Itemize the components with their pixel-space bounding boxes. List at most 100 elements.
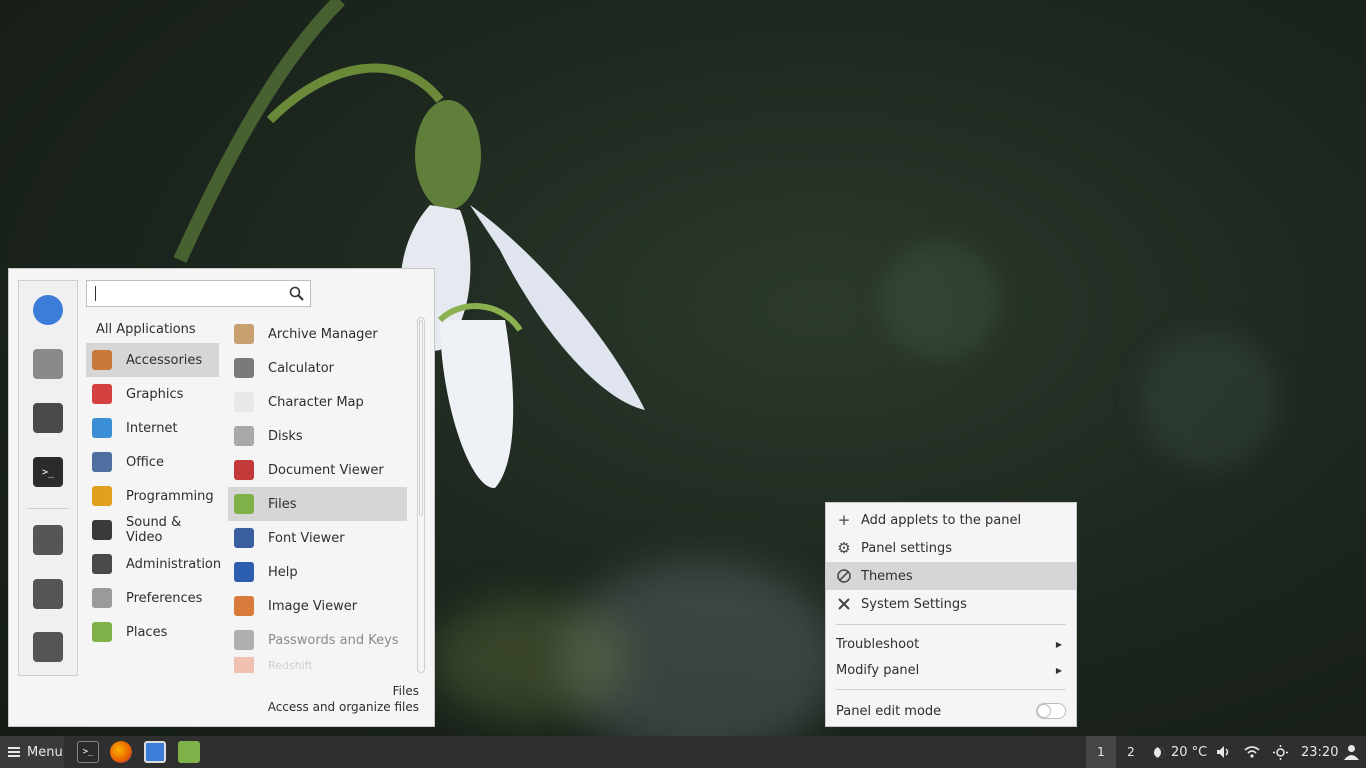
workspace-1[interactable]: 1 xyxy=(1086,736,1116,768)
app-label: Document Viewer xyxy=(268,462,384,478)
search-icon xyxy=(289,286,304,301)
add-applets-item[interactable]: + Add applets to the panel xyxy=(826,506,1076,534)
ctx-item-label: Themes xyxy=(861,568,913,584)
themes-item[interactable]: Themes xyxy=(826,562,1076,590)
app-calculator[interactable]: Calculator xyxy=(228,351,407,385)
app-font-viewer[interactable]: Font Viewer xyxy=(228,521,407,555)
user-icon[interactable] xyxy=(1344,736,1359,768)
gear-icon: ⚙ xyxy=(837,539,851,557)
submenu-arrow-icon: ▶ xyxy=(1055,639,1062,649)
redshift-icon xyxy=(234,657,254,673)
panel-settings-item[interactable]: ⚙ Panel settings xyxy=(826,534,1076,562)
app-description: Files Access and organize files xyxy=(268,683,419,715)
chromium-launcher-icon[interactable] xyxy=(144,741,166,763)
font-viewer-icon xyxy=(234,528,254,548)
category-administration[interactable]: Administration xyxy=(86,547,221,581)
system-settings-item[interactable]: System Settings xyxy=(826,590,1076,618)
chromium-icon[interactable] xyxy=(33,295,63,325)
app-label: Font Viewer xyxy=(268,530,345,546)
clock[interactable]: 23:20 xyxy=(1301,736,1338,768)
troubleshoot-submenu[interactable]: Troubleshoot ▶ xyxy=(826,630,1076,658)
app-document-viewer[interactable]: Document Viewer xyxy=(228,453,407,487)
category-label: Internet xyxy=(126,420,178,436)
favorites-panel: >_ xyxy=(18,280,78,676)
category-label: Sound & Video xyxy=(126,515,182,545)
wallpaper-bokeh xyxy=(880,240,1000,360)
app-label: Disks xyxy=(268,428,303,444)
wallpaper-bokeh xyxy=(1140,330,1280,470)
menu-button-label: Menu xyxy=(27,744,63,760)
app-archive-manager[interactable]: Archive Manager xyxy=(228,317,407,351)
panel-edit-mode-toggle[interactable] xyxy=(1036,703,1066,719)
app-character-map[interactable]: Character Map xyxy=(228,385,407,419)
app-label: Image Viewer xyxy=(268,598,358,614)
submenu-arrow-icon: ▶ xyxy=(1055,665,1062,675)
category-places[interactable]: Places xyxy=(86,615,219,649)
app-image-viewer[interactable]: Image Viewer xyxy=(228,589,407,623)
app-label: Files xyxy=(268,496,297,512)
office-icon xyxy=(92,452,112,472)
plus-icon: + xyxy=(837,511,851,529)
app-description-subtitle: Access and organize files xyxy=(267,700,419,714)
category-office[interactable]: Office xyxy=(86,445,219,479)
category-sound-video[interactable]: Sound & Video xyxy=(86,513,219,547)
accessories-icon xyxy=(92,350,112,370)
ctx-item-label: Troubleshoot xyxy=(836,636,920,652)
ctx-item-label: Add applets to the panel xyxy=(861,512,1022,528)
ctx-item-label: Modify panel xyxy=(836,662,920,678)
panel-edit-mode-item[interactable]: Panel edit mode xyxy=(826,697,1076,725)
app-files[interactable]: Files xyxy=(228,487,407,521)
application-menu: >_ All Applications Accessories Graphics I… xyxy=(8,268,435,727)
files-icon xyxy=(234,494,254,514)
app-disks[interactable]: Disks xyxy=(228,419,407,453)
app-redshift[interactable]: Redshift xyxy=(228,657,407,673)
category-internet[interactable]: Internet xyxy=(86,411,219,445)
app-help[interactable]: Help xyxy=(228,555,407,589)
power-icon[interactable] xyxy=(33,632,63,662)
text-caret xyxy=(95,286,96,301)
terminal-launcher-icon[interactable]: >_ xyxy=(77,741,99,763)
all-applications-category[interactable]: All Applications xyxy=(96,322,196,337)
ctx-item-label: Panel settings xyxy=(861,540,953,556)
volume-icon[interactable] xyxy=(1216,736,1232,768)
category-programming[interactable]: Programming xyxy=(86,479,219,513)
category-preferences[interactable]: Preferences xyxy=(86,581,219,615)
app-passwords-and-keys[interactable]: Passwords and Keys xyxy=(228,623,407,657)
weather-applet[interactable]: 20 °C xyxy=(1154,736,1207,768)
disks-icon xyxy=(234,426,254,446)
image-viewer-icon xyxy=(234,596,254,616)
category-label: Programming xyxy=(126,488,214,504)
menu-separator xyxy=(836,624,1066,625)
files-launcher-icon[interactable] xyxy=(178,741,200,763)
logout-icon[interactable] xyxy=(33,579,63,609)
app-label: Redshift xyxy=(268,658,313,672)
category-accessories[interactable]: Accessories xyxy=(86,343,219,377)
app-label: Character Map xyxy=(268,394,364,410)
modify-panel-submenu[interactable]: Modify panel ▶ xyxy=(826,656,1076,684)
ctx-item-label: System Settings xyxy=(861,596,967,612)
brightness-icon[interactable] xyxy=(1273,736,1288,768)
scrollbar[interactable] xyxy=(417,317,425,673)
terminal-icon[interactable]: >_ xyxy=(33,457,63,487)
system-settings-icon[interactable] xyxy=(33,403,63,433)
search-input[interactable] xyxy=(86,280,311,307)
calculator-icon[interactable] xyxy=(33,349,63,379)
scrollbar-thumb[interactable] xyxy=(419,320,423,516)
workspace-2[interactable]: 2 xyxy=(1116,736,1146,768)
themes-icon xyxy=(836,568,852,584)
internet-icon xyxy=(92,418,112,438)
firefox-launcher-icon[interactable] xyxy=(110,741,132,763)
category-label: Preferences xyxy=(126,590,203,606)
weather-temperature: 20 °C xyxy=(1171,744,1208,760)
character-map-icon xyxy=(234,392,254,412)
category-graphics[interactable]: Graphics xyxy=(86,377,219,411)
category-label: Accessories xyxy=(126,352,203,368)
calculator-icon xyxy=(234,358,254,378)
favorites-separator xyxy=(27,508,69,509)
hamburger-icon xyxy=(8,747,20,757)
lock-screen-icon[interactable] xyxy=(33,525,63,555)
network-wifi-icon[interactable] xyxy=(1244,736,1260,768)
tools-icon xyxy=(836,596,852,612)
menu-button[interactable]: Menu xyxy=(0,736,64,768)
sound-video-icon xyxy=(92,520,112,540)
